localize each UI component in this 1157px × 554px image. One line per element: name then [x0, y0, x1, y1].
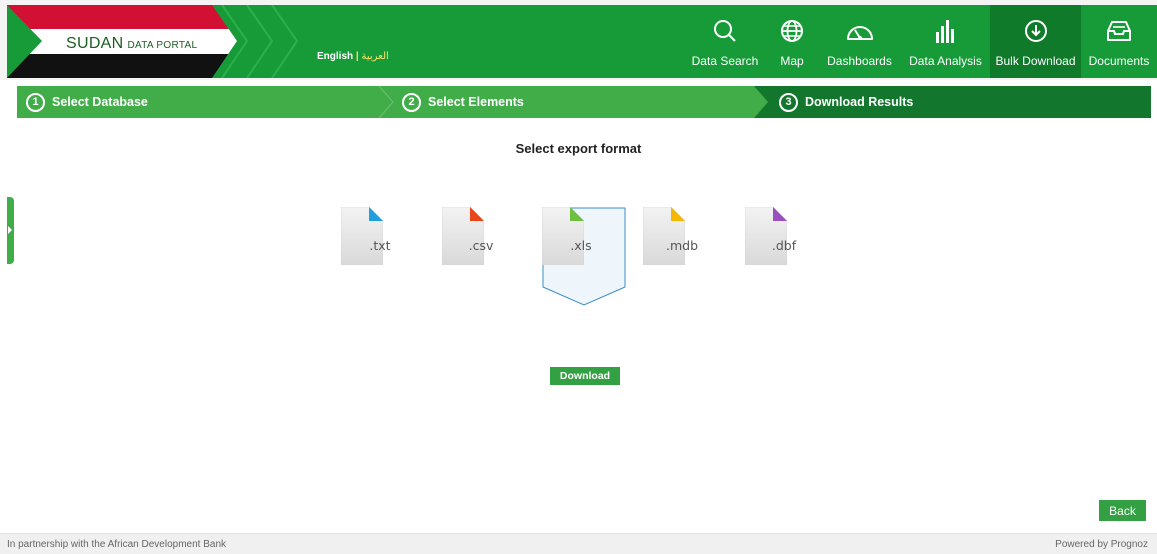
header: SUDAN DATA PORTAL English | العربية Data … — [0, 0, 1157, 80]
file-icon — [341, 207, 383, 265]
nav-label: Bulk Download — [995, 54, 1076, 68]
download-circle-icon — [1024, 17, 1048, 45]
nav-data-analysis[interactable]: Data Analysis — [901, 5, 990, 78]
nav-dashboards[interactable]: Dashboards — [818, 5, 901, 78]
file-icon — [442, 207, 484, 265]
footer: In partnership with the African Developm… — [0, 533, 1157, 554]
step-separator-icon — [378, 86, 394, 118]
footer-partnership: In partnership with the African Developm… — [7, 539, 227, 550]
file-icon — [643, 207, 685, 265]
step-label: Select Database — [52, 95, 148, 109]
nav-label: Map — [780, 54, 804, 68]
step-label: Download Results — [805, 95, 914, 109]
inbox-tray-icon — [1106, 17, 1132, 45]
nav-documents[interactable]: Documents — [1081, 5, 1157, 78]
format-option[interactable]: .csv — [442, 207, 526, 306]
header-bar: SUDAN DATA PORTAL English | العربية Data … — [7, 5, 1157, 78]
step-number: 2 — [402, 92, 421, 112]
step-number: 3 — [779, 92, 798, 112]
lang-arabic[interactable]: العربية — [362, 51, 389, 62]
step-select-elements[interactable]: 2 Select Elements — [402, 86, 524, 118]
format-label: .dbf — [771, 238, 797, 253]
format-option[interactable]: .txt — [341, 207, 425, 306]
nav-data-search[interactable]: Data Search — [684, 5, 766, 78]
globe-icon — [780, 17, 804, 45]
format-label: .xls — [570, 238, 592, 253]
step-select-database[interactable]: 1 Select Database — [26, 86, 148, 118]
nav-bulk-download[interactable]: Bulk Download — [990, 5, 1081, 78]
format-label: .mdb — [665, 238, 699, 253]
search-icon — [712, 17, 738, 45]
file-icon — [745, 207, 787, 265]
nav-label: Dashboards — [827, 54, 892, 68]
language-switcher: English | العربية — [317, 51, 389, 62]
download-button[interactable]: Download — [550, 367, 620, 385]
step-download-results[interactable]: 3 Download Results — [779, 86, 913, 118]
app: SUDAN DATA PORTAL English | العربية Data … — [0, 0, 1157, 554]
logo-main: SUDAN — [66, 35, 124, 52]
lang-english[interactable]: English — [317, 51, 353, 62]
side-panel-toggle[interactable] — [7, 197, 14, 264]
bar-chart-icon — [935, 17, 957, 45]
file-icon — [542, 207, 584, 265]
format-option[interactable]: .xls — [542, 207, 626, 306]
export-format-title: Select export format — [515, 141, 642, 156]
format-option[interactable]: .mdb — [643, 207, 727, 306]
lang-separator: | — [355, 51, 359, 62]
gauge-icon — [845, 17, 875, 45]
format-option[interactable]: .dbf — [745, 207, 829, 306]
step-separator-icon — [754, 86, 768, 118]
logo-sub: DATA PORTAL — [127, 40, 198, 51]
nav-label: Documents — [1088, 54, 1150, 68]
format-label: .csv — [468, 238, 494, 253]
main-nav: Data Search Map Dashboards Data Analysis… — [684, 5, 1157, 78]
wizard-steps: 1 Select Database 2 Select Elements 3 Do… — [17, 86, 1151, 118]
nav-map[interactable]: Map — [766, 5, 818, 78]
format-label: .txt — [369, 238, 391, 253]
step-label: Select Elements — [428, 95, 524, 109]
back-button[interactable]: Back — [1099, 500, 1146, 521]
nav-label: Data Analysis — [909, 54, 982, 68]
nav-label: Data Search — [691, 54, 759, 68]
step-number: 1 — [26, 92, 45, 112]
footer-powered-by: Powered by Prognoz — [1055, 539, 1148, 550]
site-logo[interactable]: SUDAN DATA PORTAL — [66, 35, 197, 53]
